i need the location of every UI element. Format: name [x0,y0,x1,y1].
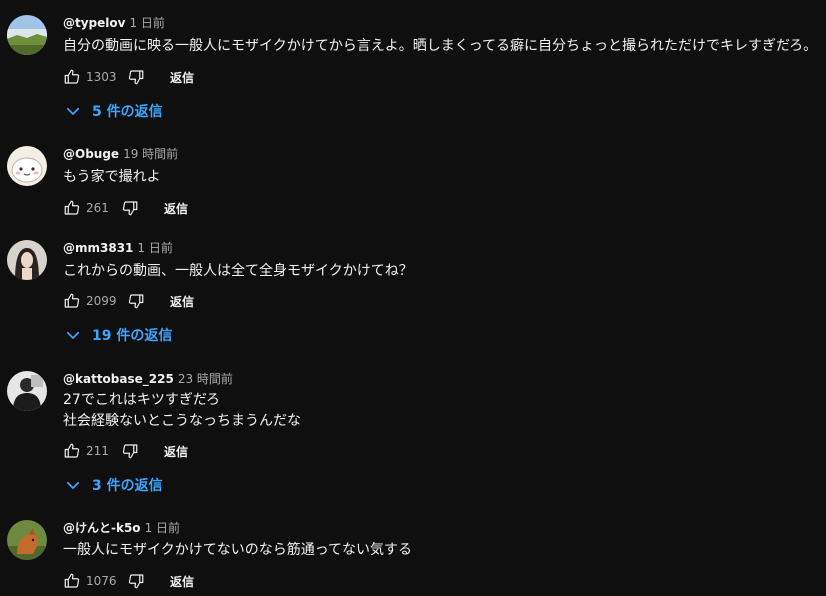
like-count: 1076 [86,574,117,588]
comment-header: @mm3831 1 日前 [63,240,173,256]
comment-timestamp[interactable]: 23 時間前 [178,372,233,386]
comment-list: @typelov 1 日前 自分の動画に映る一般人にモザイクかけてから言えよ。晒し… [0,0,826,596]
reply-button[interactable]: 返信 [164,443,188,460]
replies-label: 3 件の返信 [92,478,163,494]
like-button[interactable] [60,439,84,463]
avatar[interactable] [7,15,47,55]
chevron-down-icon [66,331,80,339]
like-button[interactable] [60,569,84,593]
thumbs-up-icon [64,443,80,458]
author-name[interactable]: @けんと-k5o [63,521,141,535]
comment-line: 自分の動画に映る一般人にモザイクかけてから言えよ。晒しまくってる癖に自分ちょっと… [63,38,818,54]
comment-header: @kattobase_225 23 時間前 [63,371,233,387]
comment-line: 27でこれはキツすぎだろ [63,392,220,408]
comment-timestamp[interactable]: 1 日前 [145,521,180,535]
reply-button[interactable]: 返信 [170,69,194,86]
comment-actions: 261 返信 [60,196,188,220]
comment-text: 27でこれはキツすぎだろ 社会経験ないとこうなっちまうんだな [63,390,301,432]
comment-text: これからの動画、一般人は全て全身モザイクかけてね？ [63,261,413,282]
like-count: 211 [86,444,109,458]
chevron-down-icon [66,481,80,489]
replies-label: 19 件の返信 [92,328,173,344]
dislike-button[interactable] [124,569,148,593]
dislike-button[interactable] [118,196,142,220]
comment-actions: 1303 返信 [60,65,194,89]
author-name[interactable]: @kattobase_225 [63,372,174,386]
thumbs-down-icon [122,444,138,459]
like-count: 1303 [86,70,117,84]
thumbs-down-icon [128,574,144,589]
like-button[interactable] [60,65,84,89]
view-replies-button[interactable]: 19 件の返信 [64,323,172,347]
like-count: 2099 [86,294,117,308]
comment-timestamp[interactable]: 1 日前 [129,16,164,30]
dislike-button[interactable] [124,65,148,89]
author-name[interactable]: @typelov [63,16,125,30]
thumbs-up-icon [64,573,80,588]
like-count: 261 [86,201,109,215]
thumbs-up-icon [64,69,80,84]
thumbs-down-icon [122,201,138,216]
comment-line: もう家で撮れよ [63,169,161,185]
view-replies-button[interactable]: 5 件の返信 [64,99,163,123]
author-name[interactable]: @mm3831 [63,241,133,255]
dislike-button[interactable] [124,289,148,313]
thumbs-up-icon [64,293,80,308]
replies-label: 5 件の返信 [92,104,163,120]
comment-actions: 211 返信 [60,439,188,463]
like-button[interactable] [60,196,84,220]
comment-header: @けんと-k5o 1 日前 [63,520,180,536]
comment-line: 社会経験ないとこうなっちまうんだな [63,413,301,429]
comment-text: 自分の動画に映る一般人にモザイクかけてから言えよ。晒しまくってる癖に自分ちょっと… [63,36,817,57]
comment-actions: 1076 返信 [60,569,194,593]
comment-line: 一般人にモザイクかけてないのなら筋通ってない気する [63,542,413,558]
comment-text: 一般人にモザイクかけてないのなら筋通ってない気する [63,540,412,561]
author-name[interactable]: @Obuge [63,147,119,161]
view-replies-button[interactable]: 3 件の返信 [64,473,163,497]
reply-button[interactable]: 返信 [170,573,194,590]
avatar[interactable] [7,146,47,186]
reply-button[interactable]: 返信 [164,200,188,217]
comment-text: もう家で撮れよ [63,167,161,188]
comment-timestamp[interactable]: 1 日前 [137,241,172,255]
comment-header: @typelov 1 日前 [63,15,165,31]
avatar[interactable] [7,240,47,280]
avatar[interactable] [7,371,47,411]
thumbs-down-icon [128,70,144,85]
comment-timestamp[interactable]: 19 時間前 [123,147,178,161]
chevron-down-icon [66,107,80,115]
reply-button[interactable]: 返信 [170,293,194,310]
thumbs-up-icon [64,200,80,215]
avatar[interactable] [7,520,47,560]
thumbs-down-icon [128,294,144,309]
comment-actions: 2099 返信 [60,289,194,313]
comment-line: これからの動画、一般人は全て全身モザイクかけてね？ [63,263,413,279]
comment-header: @Obuge 19 時間前 [63,146,178,162]
like-button[interactable] [60,289,84,313]
dislike-button[interactable] [118,439,142,463]
